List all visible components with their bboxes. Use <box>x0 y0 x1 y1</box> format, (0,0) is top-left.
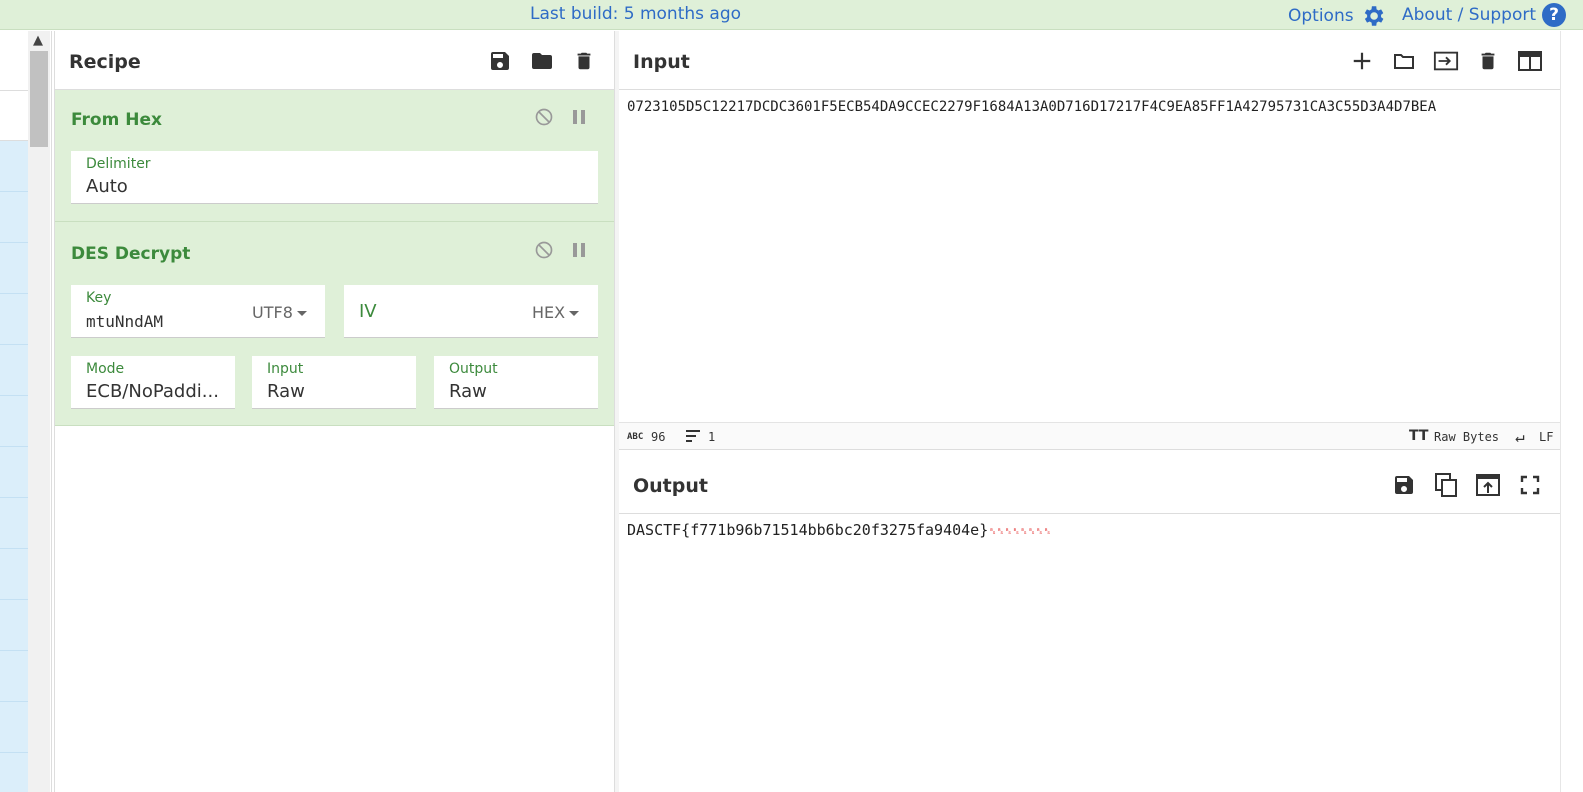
output-flag: DASCTF{f771b96b71514bb6bc20f3275fa9404e} <box>627 521 989 539</box>
options-label: Options <box>1288 6 1354 26</box>
delimiter-label: Delimiter <box>86 156 151 172</box>
iv-encoding-value: HEX <box>532 303 566 322</box>
pause-icon <box>573 110 585 124</box>
folder-outline-icon <box>1394 54 1414 69</box>
scrollbar-thumb[interactable] <box>30 51 48 147</box>
input-format-field[interactable]: Input Raw <box>252 356 416 409</box>
last-build-text: Last build: 5 months ago <box>530 4 742 24</box>
maximise-output-button[interactable] <box>1517 472 1543 498</box>
input-title: Input <box>633 51 690 73</box>
operation-name: From Hex <box>71 110 162 130</box>
help-icon: ? <box>1542 3 1566 27</box>
operations-search[interactable] <box>0 91 28 141</box>
input-header: Input <box>619 31 1560 90</box>
pause-operation-button[interactable] <box>568 106 590 128</box>
key-value: mtuNndAM <box>86 312 164 331</box>
input-lines: 1 <box>708 430 716 444</box>
output-format-field[interactable]: Output Raw <box>434 356 598 409</box>
operations-header <box>0 31 28 91</box>
disable-operation-button[interactable] <box>533 106 555 128</box>
pause-icon <box>573 243 585 257</box>
folder-icon <box>532 53 552 69</box>
iv-label: IV <box>359 301 377 322</box>
trash-icon <box>1481 52 1495 70</box>
iv-field[interactable]: IV HEX <box>344 285 598 338</box>
operation-des-decrypt[interactable]: DES Decrypt Key mtuNndAM UTF8 IV HEX Mod… <box>55 222 614 426</box>
copy-icon <box>1435 473 1457 497</box>
operations-scrollbar[interactable]: ▲ <box>28 31 50 792</box>
input-eol[interactable]: LF <box>1539 430 1553 444</box>
save-icon <box>491 52 509 70</box>
lines-icon <box>685 429 701 446</box>
recipe-title: Recipe <box>69 51 141 73</box>
input-encoding[interactable]: Raw Bytes <box>1434 430 1499 444</box>
disable-icon <box>535 241 553 259</box>
input-format-label: Input <box>267 361 304 377</box>
output-panel: Output DASCTF{f771b96b71514bb6bc20f3275f… <box>619 455 1560 792</box>
replace-input-button[interactable] <box>1475 472 1501 498</box>
layout-icon <box>1518 51 1542 71</box>
copy-output-button[interactable] <box>1433 472 1459 498</box>
scroll-up-icon[interactable]: ▲ <box>33 33 43 48</box>
disable-operation-button[interactable] <box>533 239 555 261</box>
clear-input-button[interactable] <box>1475 48 1501 74</box>
clear-recipe-button[interactable] <box>571 48 597 74</box>
recipe-panel: Recipe From Hex Delimiter Auto DES Decry… <box>54 31 614 792</box>
abc-icon: ABC <box>627 432 644 442</box>
plus-icon <box>1353 52 1371 70</box>
mode-field[interactable]: Mode ECB/NoPaddi... <box>71 356 235 409</box>
about-label: About / Support <box>1402 5 1536 25</box>
control-characters: ␈␈␈␈␈␈␈␈ <box>988 525 1051 538</box>
reset-layout-button[interactable] <box>1517 48 1543 74</box>
operation-from-hex[interactable]: From Hex Delimiter Auto <box>55 90 614 222</box>
key-encoding-dropdown[interactable]: UTF8 <box>252 303 307 322</box>
key-encoding-value: UTF8 <box>252 303 293 322</box>
chevron-down-icon <box>569 311 580 316</box>
delimiter-value: Auto <box>86 176 128 197</box>
text-size-icon: TT <box>1409 428 1429 444</box>
key-field[interactable]: Key mtuNndAM UTF8 <box>71 285 325 338</box>
load-recipe-button[interactable] <box>529 48 555 74</box>
disable-icon <box>535 108 553 126</box>
add-input-button[interactable] <box>1349 48 1375 74</box>
input-length: 96 <box>651 430 666 444</box>
operations-list[interactable] <box>0 141 28 792</box>
iv-encoding-dropdown[interactable]: HEX <box>532 303 580 322</box>
output-format-value: Raw <box>449 381 487 402</box>
key-label: Key <box>86 290 112 306</box>
fullscreen-icon <box>1520 475 1540 495</box>
input-panel: Input 0723105D5C12217DCDC3601F5ECB54DA9C… <box>619 31 1560 451</box>
output-text[interactable]: DASCTF{f771b96b71514bb6bc20f3275fa9404e}… <box>627 521 1052 539</box>
operations-strip: ▲ <box>0 31 52 792</box>
mode-value: ECB/NoPaddi... <box>86 381 219 402</box>
open-in-icon <box>1476 474 1500 496</box>
right-edge <box>1560 31 1583 792</box>
output-format-label: Output <box>449 361 498 377</box>
save-output-button[interactable] <box>1391 472 1417 498</box>
mode-label: Mode <box>86 361 125 377</box>
about-support-button[interactable]: About / Support ? <box>1402 3 1566 27</box>
operation-name: DES Decrypt <box>71 244 191 264</box>
recipe-header: Recipe <box>55 31 614 90</box>
output-title: Output <box>633 475 708 497</box>
open-folder-button[interactable] <box>1433 48 1459 74</box>
trash-icon <box>577 52 591 70</box>
chevron-down-icon <box>296 311 307 316</box>
top-bar: Last build: 5 months ago Options About /… <box>0 0 1583 30</box>
input-text[interactable]: 0723105D5C12217DCDC3601F5ECB54DA9CCEC227… <box>627 99 1436 115</box>
open-file-button[interactable] <box>1391 48 1417 74</box>
save-icon <box>1395 476 1413 494</box>
save-recipe-button[interactable] <box>487 48 513 74</box>
input-arrow-icon <box>1433 51 1459 71</box>
gear-icon <box>1364 6 1383 26</box>
input-format-value: Raw <box>267 381 305 402</box>
input-status-bar: ABC 96 1 TT Raw Bytes ↵ LF <box>619 422 1560 450</box>
pause-operation-button[interactable] <box>568 239 590 261</box>
delimiter-field[interactable]: Delimiter Auto <box>71 151 598 204</box>
options-button[interactable]: Options <box>1288 3 1386 29</box>
eol-icon: ↵ <box>1515 427 1525 446</box>
output-header: Output <box>619 455 1560 514</box>
